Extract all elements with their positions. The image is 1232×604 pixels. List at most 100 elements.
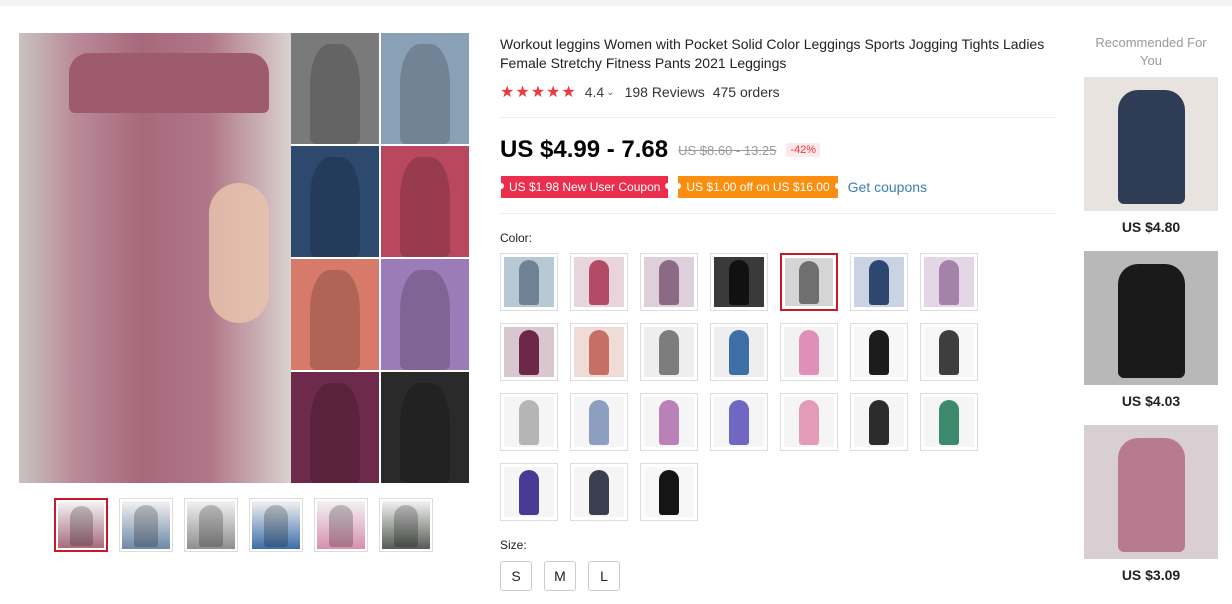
swatch-image [574,327,624,377]
original-price: US $8.60 - 13.25 [678,142,777,158]
color-swatch[interactable] [500,463,558,521]
main-image-tile [291,372,379,483]
new-user-coupon[interactable]: US $1.98 New User Coupon [497,176,672,198]
color-swatches [500,253,990,521]
color-swatch[interactable] [500,393,558,451]
main-product-image[interactable] [19,33,469,483]
size-option-s[interactable]: S [500,561,532,591]
thumbnail-image [122,501,170,549]
swatch-image [644,257,694,307]
swatch-image [854,397,904,447]
swatch-image [504,467,554,517]
color-swatch[interactable] [500,323,558,381]
gallery-thumbnail[interactable] [184,498,238,552]
store-coupon[interactable]: US $1.00 off on US $16.00 [675,176,841,198]
swatch-image [784,327,834,377]
color-swatch[interactable] [570,323,628,381]
swatch-image [714,257,764,307]
recommended-image[interactable] [1084,77,1218,211]
gallery-thumbnail[interactable] [314,498,368,552]
color-swatch[interactable] [570,253,628,311]
rating-stars-icon: ★★★★★ [500,84,577,101]
main-image-tile [381,33,469,144]
gallery-thumbnail[interactable] [379,498,433,552]
recommended-image[interactable] [1084,251,1218,385]
size-label: Size: [500,538,527,552]
product-title: Workout leggins Women with Pocket Solid … [500,36,1045,71]
gallery-thumbnail[interactable] [54,498,108,552]
recommended-price: US $3.09 [1121,567,1181,583]
thumbnail-image [382,501,430,549]
color-swatch[interactable] [570,463,628,521]
gallery-thumbnail[interactable] [249,498,303,552]
color-swatch[interactable] [850,393,908,451]
recommended-item[interactable]: US $3.09 [1084,425,1218,583]
recommended-title: Recommended For You [1095,35,1207,68]
recommended-item[interactable]: US $4.80 [1084,77,1218,235]
main-image-tile [291,33,379,144]
gallery-thumbnail[interactable] [119,498,173,552]
swatch-image [924,327,974,377]
color-swatch[interactable] [640,253,698,311]
swatch-image [504,257,554,307]
main-image-tile [381,372,469,483]
swatch-image [854,327,904,377]
swatch-image [574,397,624,447]
color-swatch[interactable] [780,393,838,451]
color-swatch[interactable] [640,463,698,521]
swatch-image [574,467,624,517]
color-swatch[interactable] [640,393,698,451]
main-image-tile [291,146,379,257]
orders-count: 475 orders [712,84,780,100]
rating-row: ★★★★★ 4.4 ⌄ 198 Reviews 475 orders [500,82,780,102]
swatch-image [644,467,694,517]
color-swatch[interactable] [710,393,768,451]
color-swatch[interactable] [920,393,978,451]
recommended-price: US $4.03 [1121,393,1181,409]
swatch-image [574,257,624,307]
color-swatch[interactable] [500,253,558,311]
swatch-image [854,257,904,307]
color-label: Color: [500,231,533,245]
thumbnail-image [252,501,300,549]
size-option-m[interactable]: M [544,561,576,591]
swatch-image [504,397,554,447]
color-swatch[interactable] [640,323,698,381]
main-image-model [19,33,291,483]
rating-value[interactable]: 4.4 [585,84,604,100]
current-price: US $4.99 - 7.68 [500,136,669,163]
swatch-image [644,327,694,377]
get-coupons-link[interactable]: Get coupons [848,179,927,195]
divider [500,117,1055,118]
swatch-image [714,327,764,377]
gallery-thumbnails [54,498,433,552]
color-swatch[interactable] [920,323,978,381]
discount-badge: -42% [786,143,821,157]
size-option-l[interactable]: L [588,561,620,591]
color-swatch[interactable] [710,323,768,381]
color-swatch[interactable] [850,253,908,311]
color-swatch[interactable] [710,253,768,311]
recommended-item[interactable]: US $4.03 [1084,251,1218,409]
thumbnail-image [58,502,104,548]
color-swatch[interactable] [780,323,838,381]
thumbnail-image [317,501,365,549]
swatch-image [924,397,974,447]
divider [500,213,1055,214]
color-swatch[interactable] [780,253,838,311]
size-options: S M L [500,561,620,591]
reviews-link[interactable]: 198 Reviews [625,84,705,100]
swatch-image [784,397,834,447]
color-swatch[interactable] [920,253,978,311]
main-image-tile [381,146,469,257]
recommended-image[interactable] [1084,425,1218,559]
color-swatch[interactable] [570,393,628,451]
price-row: US $4.99 - 7.68 US $8.60 - 13.25 -42% [500,134,821,166]
chevron-down-icon[interactable]: ⌄ [606,87,614,98]
main-image-tile [381,259,469,370]
main-image-hand [209,183,269,323]
color-swatch[interactable] [850,323,908,381]
swatch-image [504,327,554,377]
top-bar [0,0,1232,6]
swatch-image [785,258,833,306]
